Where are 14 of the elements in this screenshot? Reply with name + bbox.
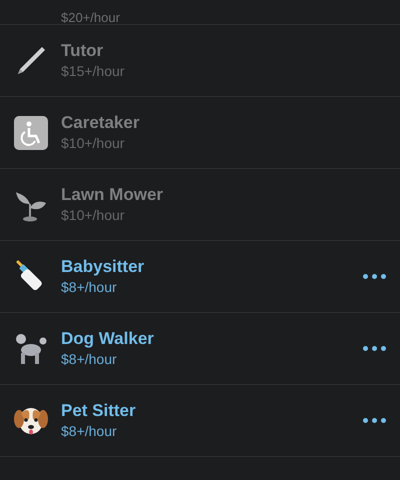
job-title: Babysitter: [61, 256, 146, 278]
job-title: Caretaker: [61, 112, 140, 134]
job-title: Lawn Mower: [61, 184, 164, 206]
job-title: Pet Sitter: [61, 400, 137, 422]
price-text: $8+/hour: [61, 279, 118, 297]
price-text: $10+/hour: [61, 135, 126, 153]
price-text: $20+/hour: [61, 11, 120, 24]
price-text: $8+/hour: [61, 351, 118, 369]
wheelchair-icon: [14, 116, 48, 150]
job-title: Tutor: [61, 40, 104, 62]
price-text: $8+/hour: [61, 423, 118, 441]
job-title: Dog Walker: [61, 328, 155, 350]
price-text: $15+/hour: [61, 63, 126, 81]
price-text: $10+/hour: [61, 207, 126, 225]
